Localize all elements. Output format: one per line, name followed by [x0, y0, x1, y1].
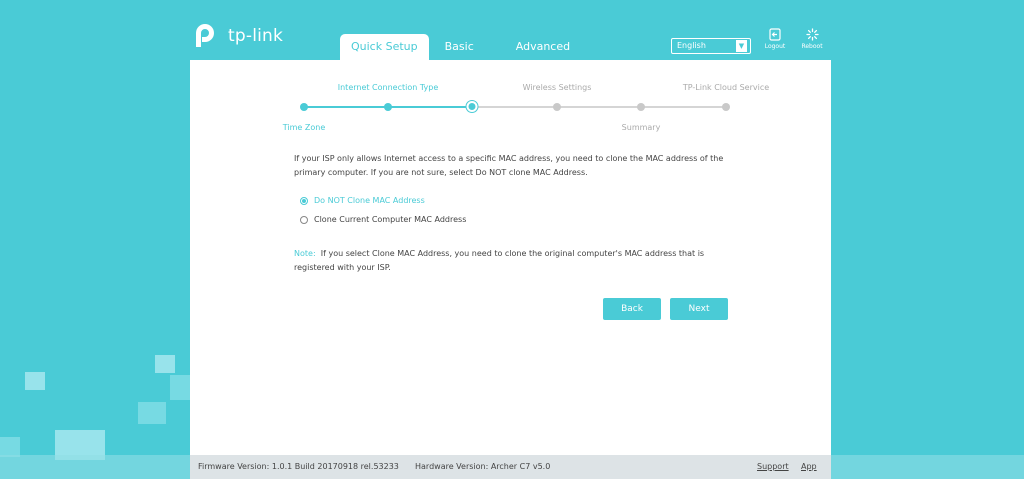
side-footer-band — [831, 455, 1024, 479]
logo-text: tp-link — [228, 26, 284, 46]
note-line: If you select Clone MAC Address, you nee… — [320, 249, 705, 258]
reboot-button[interactable]: Reboot — [798, 28, 826, 50]
radio-do-not-clone[interactable]: Do NOT Clone MAC Address — [300, 196, 425, 205]
step-dot-wireless-settings — [553, 103, 561, 111]
decor-square — [138, 402, 166, 424]
logout-label: Logout — [764, 43, 786, 50]
step-dot-summary — [637, 103, 645, 111]
back-button[interactable]: Back — [603, 298, 661, 320]
header: tp-link Quick Setup Basic Advanced Engli… — [0, 0, 1024, 60]
note-text: Note: If you select Clone MAC Address, y… — [294, 247, 714, 275]
side-footer-band — [0, 455, 190, 479]
radio-label: Clone Current Computer MAC Address — [314, 215, 467, 224]
tab-quick-setup[interactable]: Quick Setup — [340, 34, 429, 60]
step-dot-time-zone[interactable] — [300, 103, 308, 111]
intro-line: If your ISP only allows Internet access … — [294, 154, 724, 163]
step-dot-current — [466, 101, 478, 112]
tp-link-logo[interactable]: tp-link — [190, 20, 283, 52]
support-link[interactable]: Support — [757, 455, 789, 479]
step-dot-internet-connection-type[interactable] — [384, 103, 392, 111]
decor-square — [170, 375, 190, 400]
wizard-progress: Time Zone Internet Connection Type Wirel… — [190, 60, 831, 140]
progress-line-todo — [472, 106, 726, 108]
language-value: English — [677, 41, 706, 50]
footer: Firmware Version: 1.0.1 Build 20170918 r… — [190, 455, 831, 479]
radio-selected-icon[interactable] — [300, 196, 308, 205]
intro-line: primary computer. If you are not sure, s… — [294, 168, 588, 177]
decor-square — [0, 437, 20, 457]
reboot-icon — [805, 28, 819, 41]
logout-icon — [769, 28, 781, 41]
step-dot-tp-link-cloud-service — [722, 103, 730, 111]
tp-link-logo-icon — [196, 24, 214, 47]
logout-button[interactable]: Logout — [761, 28, 789, 50]
language-select[interactable]: English ▼ — [671, 38, 751, 54]
radio-label: Do NOT Clone MAC Address — [314, 196, 425, 205]
step-label-summary: Summary — [621, 123, 661, 132]
tab-advanced[interactable]: Advanced — [505, 34, 581, 60]
step-label-internet-connection-type: Internet Connection Type — [337, 83, 439, 92]
step-label-time-zone: Time Zone — [282, 123, 326, 132]
step-label-wireless-settings: Wireless Settings — [522, 83, 592, 92]
intro-text: If your ISP only allows Internet access … — [294, 152, 724, 180]
main-tabs: Quick Setup Basic Advanced — [340, 34, 581, 60]
radio-unselected-icon[interactable] — [300, 215, 308, 224]
app-link[interactable]: App — [801, 455, 817, 479]
reboot-label: Reboot — [801, 43, 823, 50]
radio-clone-current-mac[interactable]: Clone Current Computer MAC Address — [300, 215, 466, 224]
next-button[interactable]: Next — [670, 298, 728, 320]
main-panel: Time Zone Internet Connection Type Wirel… — [190, 60, 831, 455]
step-label-tp-link-cloud-service: TP-Link Cloud Service — [682, 83, 770, 92]
note-label: Note: — [294, 249, 316, 258]
decor-square — [25, 372, 45, 390]
hardware-version: Hardware Version: Archer C7 v5.0 — [415, 462, 551, 471]
chevron-down-icon: ▼ — [736, 40, 747, 52]
firmware-version: Firmware Version: 1.0.1 Build 20170918 r… — [198, 462, 399, 471]
note-line: registered with your ISP. — [294, 263, 391, 272]
decor-square — [155, 355, 175, 373]
tab-basic[interactable]: Basic — [434, 34, 485, 60]
